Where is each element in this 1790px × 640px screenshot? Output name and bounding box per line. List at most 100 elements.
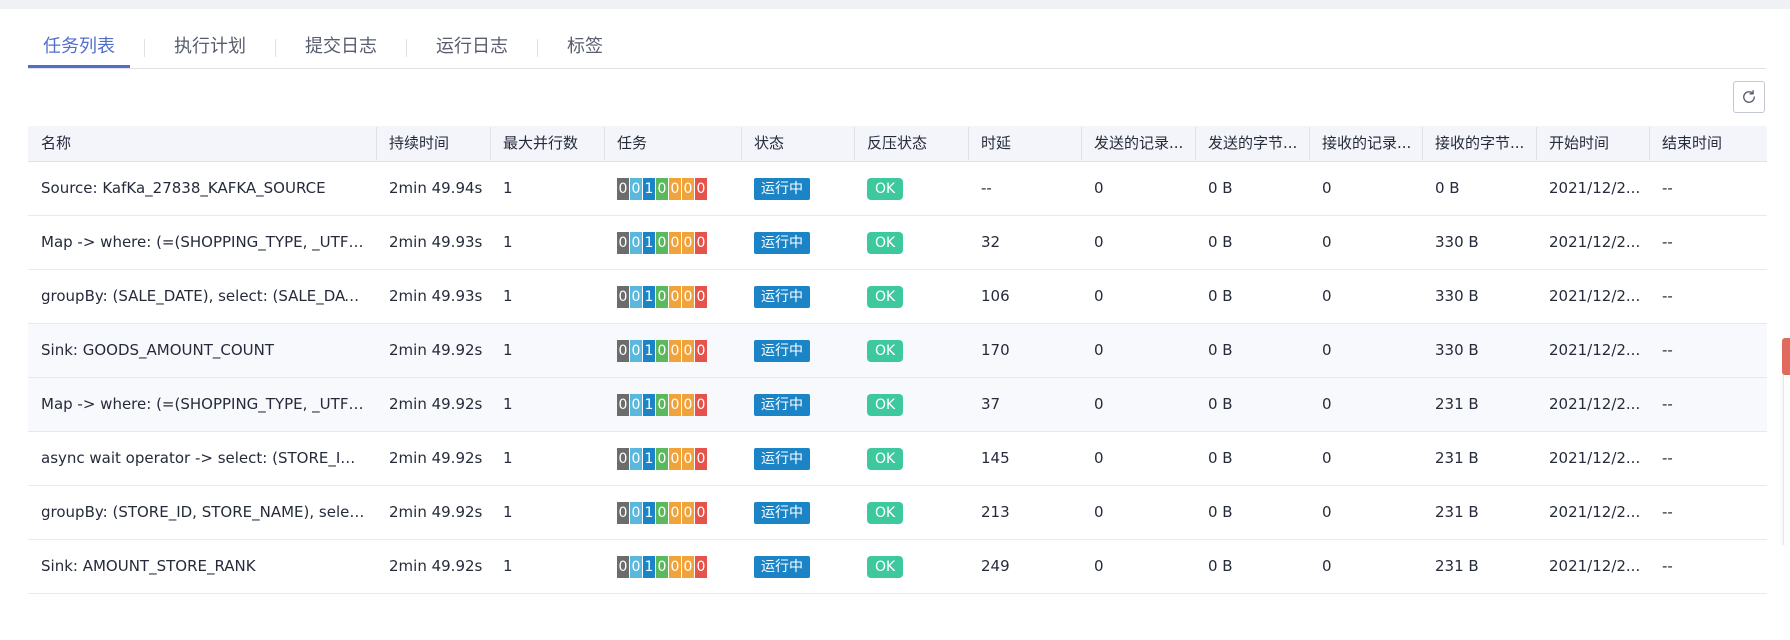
tab-execution-plan[interactable]: 执行计划	[159, 30, 261, 66]
task-count-badge: 0	[617, 177, 629, 200]
task-count-badge: 0	[656, 285, 668, 308]
table-header: 名称 持续时间 最大并行数 任务 状态 反压状态 时延 发送的记录... 发送的字节... 接收的…	[28, 126, 1767, 162]
header-duration[interactable]: 持续时间	[376, 126, 490, 161]
task-count-badge: 0	[695, 501, 707, 524]
cell-status: 运行中	[741, 486, 854, 539]
task-count-badge: 0	[630, 447, 642, 470]
task-count-badge: 0	[682, 231, 694, 254]
status-badge: 运行中	[754, 339, 810, 362]
cell-end-time: --	[1662, 233, 1673, 251]
task-count-badge: 0	[617, 555, 629, 578]
task-count-badge: 0	[682, 555, 694, 578]
cell-latency: 249	[981, 557, 1010, 575]
cell-parallelism: 1	[503, 557, 513, 575]
tab-submit-log[interactable]: 提交日志	[290, 30, 392, 66]
cell-duration: 2min 49.93s	[389, 233, 483, 251]
cell-status: 运行中	[741, 432, 854, 485]
cell-backpressure: OK	[854, 162, 968, 215]
cell-tasks: 0010000	[604, 162, 741, 215]
cell-status: 运行中	[741, 216, 854, 269]
table-row[interactable]: groupBy: (STORE_ID, STORE_NAME), select:…	[28, 486, 1767, 540]
table-row[interactable]: groupBy: (SALE_DATE), select: (SALE_DATE…	[28, 270, 1767, 324]
cell-records-received: 0	[1322, 449, 1332, 467]
header-end-time[interactable]: 结束时间	[1649, 126, 1767, 161]
task-count-badge: 0	[695, 339, 707, 362]
cell-backpressure: OK	[854, 216, 968, 269]
cell-bytes-received: 330 B	[1435, 233, 1479, 251]
cell-parallelism: 1	[503, 287, 513, 305]
cell-bytes-sent: 0 B	[1208, 557, 1233, 575]
cell-bytes-sent: 0 B	[1208, 395, 1233, 413]
task-count-badge: 1	[643, 339, 655, 362]
task-count-badge: 1	[643, 501, 655, 524]
cell-tasks: 0010000	[604, 432, 741, 485]
header-tasks[interactable]: 任务	[604, 126, 741, 161]
header-start-time[interactable]: 开始时间	[1536, 126, 1649, 161]
table-row[interactable]: Source: KafKa_27838_KAFKA_SOURCE 2min 49.…	[28, 162, 1767, 216]
cell-backpressure: OK	[854, 378, 968, 431]
cell-duration: 2min 49.92s	[389, 341, 483, 359]
cell-tasks: 0010000	[604, 486, 741, 539]
header-status[interactable]: 状态	[741, 126, 854, 161]
header-latency[interactable]: 时延	[968, 126, 1081, 161]
cell-end-time: --	[1662, 287, 1673, 305]
side-panel-tab[interactable]	[1782, 338, 1790, 375]
cell-status: 运行中	[741, 270, 854, 323]
cell-records-received: 0	[1322, 179, 1332, 197]
task-table: 名称 持续时间 最大并行数 任务 状态 反压状态 时延 发送的记录... 发送的字节... 接收的…	[28, 126, 1767, 594]
cell-records-sent: 0	[1094, 395, 1104, 413]
cell-latency: 145	[981, 449, 1010, 467]
task-count-badge: 0	[695, 393, 707, 416]
table-row[interactable]: Map -> where: (=(SHOPPING_TYPE, _UTF-16.…	[28, 216, 1767, 270]
task-count-badge: 0	[617, 447, 629, 470]
task-count-badge: 0	[630, 231, 642, 254]
task-count-badge: 0	[669, 447, 681, 470]
cell-records-sent: 0	[1094, 557, 1104, 575]
task-status-counts: 0010000	[617, 285, 707, 308]
header-records-sent[interactable]: 发送的记录...	[1081, 126, 1195, 161]
tab-task-list[interactable]: 任务列表	[28, 30, 130, 68]
cell-parallelism: 1	[503, 233, 513, 251]
header-backpressure[interactable]: 反压状态	[854, 126, 968, 161]
backpressure-badge: OK	[867, 285, 904, 308]
task-count-badge: 0	[617, 339, 629, 362]
status-badge: 运行中	[754, 393, 810, 416]
task-count-badge: 0	[630, 501, 642, 524]
status-badge: 运行中	[754, 447, 810, 470]
cell-tasks: 0010000	[604, 216, 741, 269]
cell-bytes-sent: 0 B	[1208, 503, 1233, 521]
tab-divider	[144, 39, 145, 57]
cell-start-time: 2021/12/2...	[1549, 395, 1641, 413]
tab-tags[interactable]: 标签	[552, 30, 618, 66]
task-count-badge: 0	[669, 231, 681, 254]
header-records-received[interactable]: 接收的记录...	[1309, 126, 1422, 161]
task-count-badge: 0	[630, 555, 642, 578]
header-bytes-received[interactable]: 接收的字节...	[1422, 126, 1536, 161]
cell-start-time: 2021/12/2...	[1549, 503, 1641, 521]
cell-latency: 32	[981, 233, 1001, 251]
task-count-badge: 0	[695, 555, 707, 578]
header-parallelism[interactable]: 最大并行数	[490, 126, 604, 161]
cell-name: Sink: GOODS_AMOUNT_COUNT	[41, 341, 275, 359]
header-bytes-sent[interactable]: 发送的字节...	[1195, 126, 1309, 161]
cell-latency: --	[981, 179, 992, 197]
cell-status: 运行中	[741, 540, 854, 593]
cell-records-received: 0	[1322, 287, 1332, 305]
table-row[interactable]: async wait operator -> select: (STORE_ID…	[28, 432, 1767, 486]
task-count-badge: 0	[682, 447, 694, 470]
table-row[interactable]: Map -> where: (=(SHOPPING_TYPE, _UTF-16.…	[28, 378, 1767, 432]
table-row[interactable]: Sink: GOODS_AMOUNT_COUNT 2min 49.92s 1 0 0 1 0…	[28, 324, 1767, 378]
cell-backpressure: OK	[854, 540, 968, 593]
cell-bytes-sent: 0 B	[1208, 179, 1233, 197]
tab-run-log[interactable]: 运行日志	[421, 30, 523, 66]
cell-start-time: 2021/12/2...	[1549, 233, 1641, 251]
task-count-badge: 0	[656, 447, 668, 470]
backpressure-badge: OK	[867, 447, 904, 470]
cell-name: Sink: AMOUNT_STORE_RANK	[41, 557, 256, 575]
table-row[interactable]: Sink: AMOUNT_STORE_RANK 2min 49.92s 1 0 0 1 0 0…	[28, 540, 1767, 594]
task-count-badge: 0	[695, 285, 707, 308]
cell-duration: 2min 49.93s	[389, 287, 483, 305]
refresh-button[interactable]	[1733, 81, 1765, 113]
header-name[interactable]: 名称	[28, 126, 376, 161]
cell-backpressure: OK	[854, 270, 968, 323]
